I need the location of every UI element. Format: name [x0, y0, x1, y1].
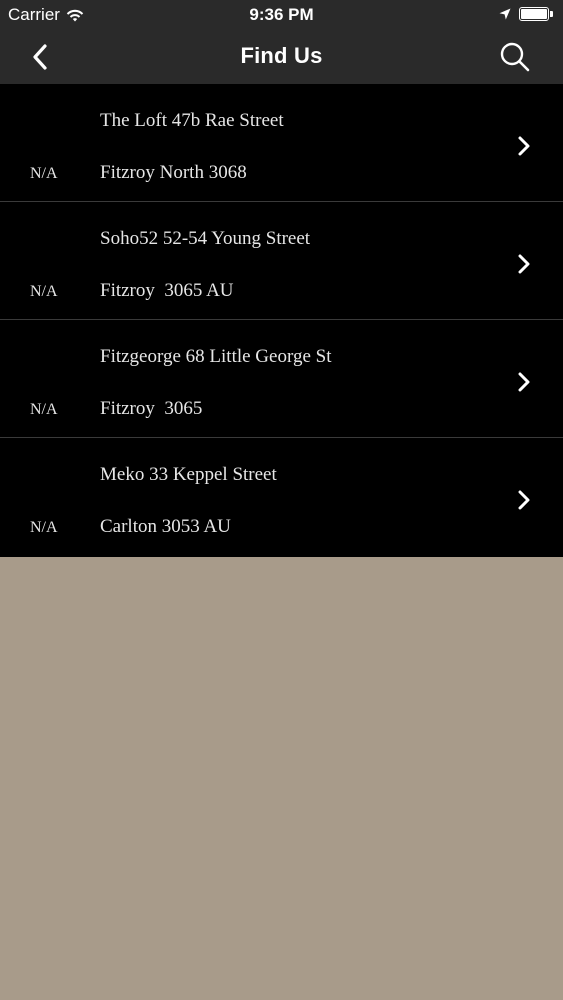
location-name: Meko 33 Keppel Street	[100, 464, 277, 485]
location-address: Fitzroy 3065	[100, 398, 203, 419]
chevron-right-icon	[518, 490, 530, 510]
nav-bar: Find Us	[0, 30, 563, 84]
location-arrow-icon	[499, 8, 511, 20]
location-row[interactable]: Soho52 52-54 Young Street N/A Fitzroy 30…	[0, 202, 563, 320]
search-icon	[500, 42, 530, 72]
location-address: Carlton 3053 AU	[100, 516, 231, 537]
status-time: 9:36 PM	[249, 5, 314, 24]
chevron-right-icon	[518, 136, 530, 156]
location-list: The Loft 47b Rae Street N/A Fitzroy Nort…	[0, 84, 563, 557]
location-address: Fitzroy North 3068	[100, 162, 247, 183]
location-name: Soho52 52-54 Young Street	[100, 228, 311, 249]
page-title: Find Us	[240, 43, 323, 68]
location-name: Fitzgeorge 68 Little George St	[100, 346, 332, 367]
location-name: The Loft 47b Rae Street	[100, 110, 284, 131]
chevron-right-icon	[518, 372, 530, 392]
status-right-group	[499, 6, 555, 22]
location-row[interactable]: Meko 33 Keppel Street N/A Carlton 3053 A…	[0, 438, 563, 557]
search-button[interactable]	[497, 40, 533, 74]
location-distance: N/A	[30, 165, 58, 182]
location-distance: N/A	[30, 519, 58, 536]
chevron-right-icon	[518, 254, 530, 274]
location-distance: N/A	[30, 283, 58, 300]
battery-icon	[519, 6, 555, 22]
status-bar: Carrier 9:36 PM	[0, 0, 563, 30]
location-row[interactable]: Fitzgeorge 68 Little George St N/A Fitzr…	[0, 320, 563, 438]
top-bar: Carrier 9:36 PM Find Us	[0, 0, 563, 84]
location-address: Fitzroy 3065 AU	[100, 280, 234, 301]
location-distance: N/A	[30, 401, 58, 418]
location-row[interactable]: The Loft 47b Rae Street N/A Fitzroy Nort…	[0, 84, 563, 202]
